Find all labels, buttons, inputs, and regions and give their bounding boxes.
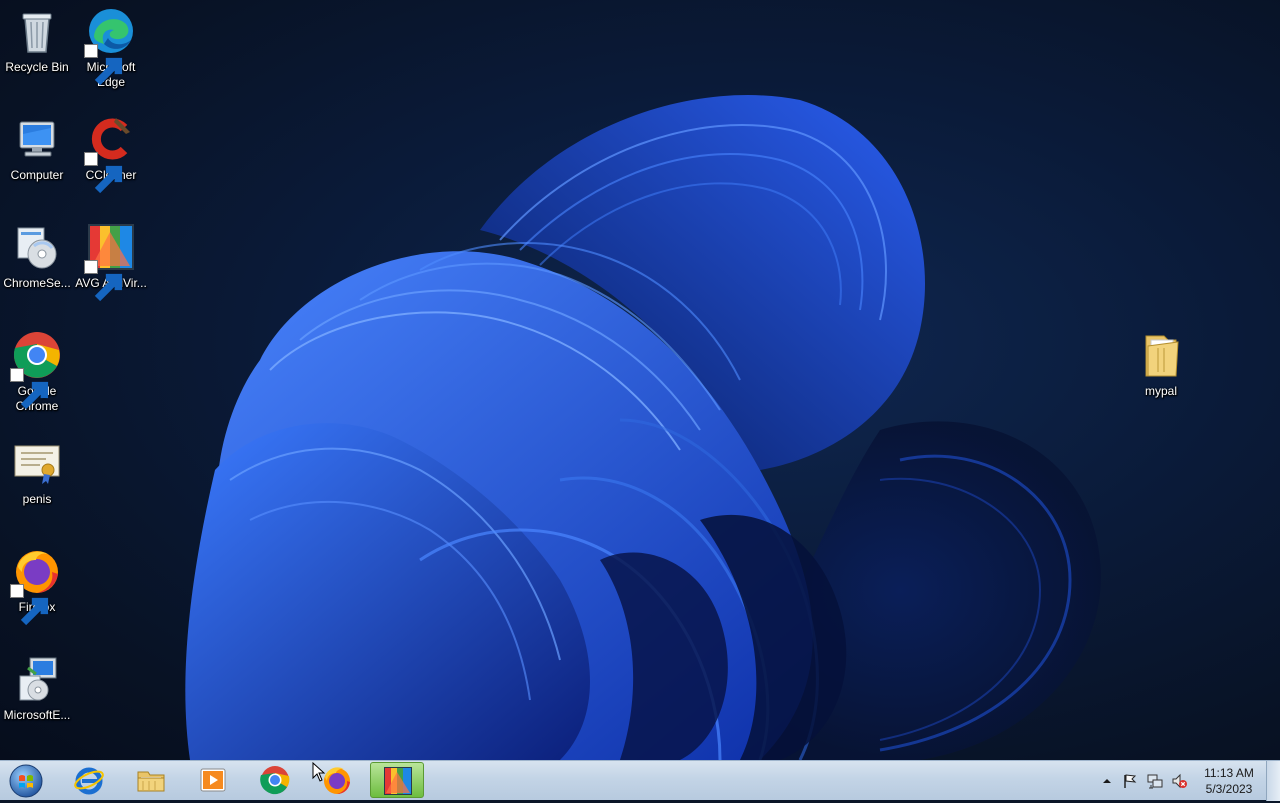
show-hidden-icon[interactable] — [1099, 773, 1115, 789]
firefox-icon — [10, 546, 62, 626]
taskbar-internet-explorer[interactable] — [62, 762, 116, 798]
desktop[interactable]: Recycle Bin Microsoft Edge Computer CCle… — [0, 0, 1280, 760]
edge-icon — [84, 6, 136, 86]
shortcut-arrow-icon — [84, 44, 123, 86]
installer-icon — [12, 654, 62, 704]
ie-icon — [74, 767, 104, 795]
recycle-bin-icon — [12, 6, 62, 56]
volume-muted-icon[interactable] — [1171, 773, 1187, 789]
certificate-icon — [12, 438, 62, 488]
chrome-icon — [260, 766, 290, 795]
desktop-icon-chromesetup[interactable]: ChromeSe... — [0, 222, 74, 291]
start-orb-icon — [9, 764, 43, 798]
desktop-icon-avg-antivirus[interactable]: AVG AntiVir... — [74, 222, 148, 302]
shortcut-arrow-icon — [10, 368, 49, 410]
taskbar-google-chrome[interactable] — [248, 762, 302, 798]
taskbar: 11:13 AM 5/3/2023 — [0, 760, 1280, 801]
desktop-icon-label: Computer — [10, 168, 64, 182]
desktop-icon-microsoftedge-setup[interactable]: MicrosoftE... — [0, 654, 74, 723]
desktop-icon-label: penis — [22, 492, 52, 506]
desktop-icon-label: ChromeSe... — [3, 276, 71, 290]
mouse-cursor-icon — [312, 762, 326, 782]
desktop-icon-penis[interactable]: penis — [0, 438, 74, 507]
desktop-icon-label: MicrosoftE... — [3, 708, 71, 722]
desktop-icon-computer[interactable]: Computer — [0, 114, 74, 183]
network-icon[interactable] — [1147, 773, 1163, 789]
action-center-flag-icon[interactable] — [1122, 773, 1138, 789]
avg-icon — [384, 767, 412, 795]
avg-icon — [84, 222, 136, 302]
system-clock[interactable]: 11:13 AM 5/3/2023 — [1196, 765, 1262, 797]
shortcut-arrow-icon — [10, 584, 49, 626]
computer-icon — [12, 114, 62, 164]
start-button[interactable] — [4, 762, 48, 798]
chrome-icon — [10, 330, 62, 410]
media-player-icon — [200, 768, 226, 792]
desktop-icon-recycle-bin[interactable]: Recycle Bin — [0, 6, 74, 75]
ccleaner-icon — [84, 114, 136, 194]
installer-icon — [12, 222, 62, 272]
shortcut-arrow-icon — [84, 260, 123, 302]
shortcut-arrow-icon — [84, 152, 123, 194]
wallpaper — [185, 95, 1101, 760]
taskbar-avg[interactable] — [370, 762, 424, 798]
clock-time: 11:13 AM — [1204, 766, 1254, 780]
desktop-icon-label: Recycle Bin — [5, 60, 69, 74]
show-desktop-button[interactable] — [1266, 761, 1280, 801]
clock-date: 5/3/2023 — [1205, 782, 1253, 796]
desktop-icon-microsoft-edge[interactable]: Microsoft Edge — [74, 6, 148, 90]
desktop-icon-google-chrome[interactable]: Google Chrome — [0, 330, 74, 414]
desktop-icon-firefox[interactable]: Firefox — [0, 546, 74, 626]
desktop-icon-ccleaner[interactable]: CCleaner — [74, 114, 148, 194]
taskbar-media-player[interactable] — [186, 762, 240, 798]
taskbar-file-explorer[interactable] — [124, 762, 178, 798]
desktop-icon-label: mypal — [1144, 384, 1177, 398]
desktop-icon-mypal[interactable]: mypal — [1124, 330, 1198, 399]
folder-icon — [137, 771, 165, 792]
folder-icon — [1136, 330, 1186, 380]
